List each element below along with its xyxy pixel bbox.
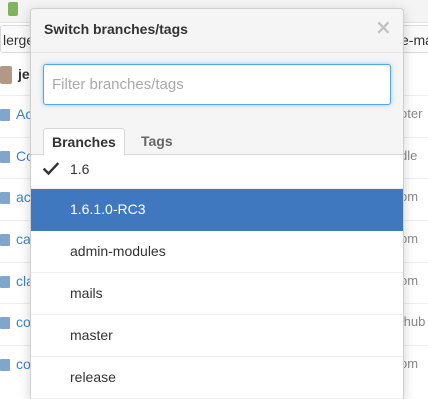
folder-icon: [0, 234, 10, 246]
tab-bar: Branches Tags: [31, 123, 403, 156]
file-name[interactable]: co: [16, 356, 31, 372]
branch-label: release: [70, 369, 116, 385]
dropdown-title: Switch branches/tags: [44, 21, 188, 37]
folder-icon: [0, 276, 10, 288]
branch-item-1-6-1-0-rc3[interactable]: 1.6.1.0-RC3: [31, 189, 403, 231]
branch-list: 1.6 1.6.1.0-RC3 admin-modules mails mast…: [31, 155, 403, 399]
folder-icon: [0, 317, 10, 329]
branch-item-master[interactable]: master: [31, 315, 403, 357]
filter-branches-input[interactable]: [43, 64, 391, 105]
branch-switcher-dropdown: Switch branches/tags × Branches Tags 1.6…: [30, 8, 404, 399]
filter-area: [31, 53, 403, 123]
file-name[interactable]: ac: [16, 189, 31, 205]
file-name[interactable]: co: [16, 314, 31, 330]
dropdown-header: Switch branches/tags ×: [31, 9, 403, 53]
branch-item-release[interactable]: release: [31, 357, 403, 399]
file-name[interactable]: ca: [16, 231, 31, 247]
branch-item-admin-modules[interactable]: admin-modules: [31, 231, 403, 273]
branch-item-1-6[interactable]: 1.6: [31, 155, 403, 189]
author-name: je: [18, 66, 30, 82]
folder-icon: [0, 151, 10, 163]
status-indicator: [8, 2, 18, 16]
branch-label: 1.6.1.0-RC3: [70, 201, 146, 217]
branch-label: 1.6: [70, 161, 90, 177]
folder-icon: [0, 359, 10, 371]
folder-icon: [0, 192, 10, 204]
branch-label: admin-modules: [70, 243, 166, 259]
branch-label: mails: [70, 285, 103, 301]
close-icon[interactable]: ×: [375, 17, 392, 37]
commit-author[interactable]: je: [0, 62, 30, 86]
tab-branches[interactable]: Branches: [43, 128, 125, 156]
branch-label: master: [70, 327, 113, 343]
tab-tags[interactable]: Tags: [133, 128, 181, 155]
avatar: [0, 66, 12, 85]
folder-icon: [0, 109, 10, 121]
branch-item-mails[interactable]: mails: [31, 273, 403, 315]
check-icon: [43, 162, 59, 176]
